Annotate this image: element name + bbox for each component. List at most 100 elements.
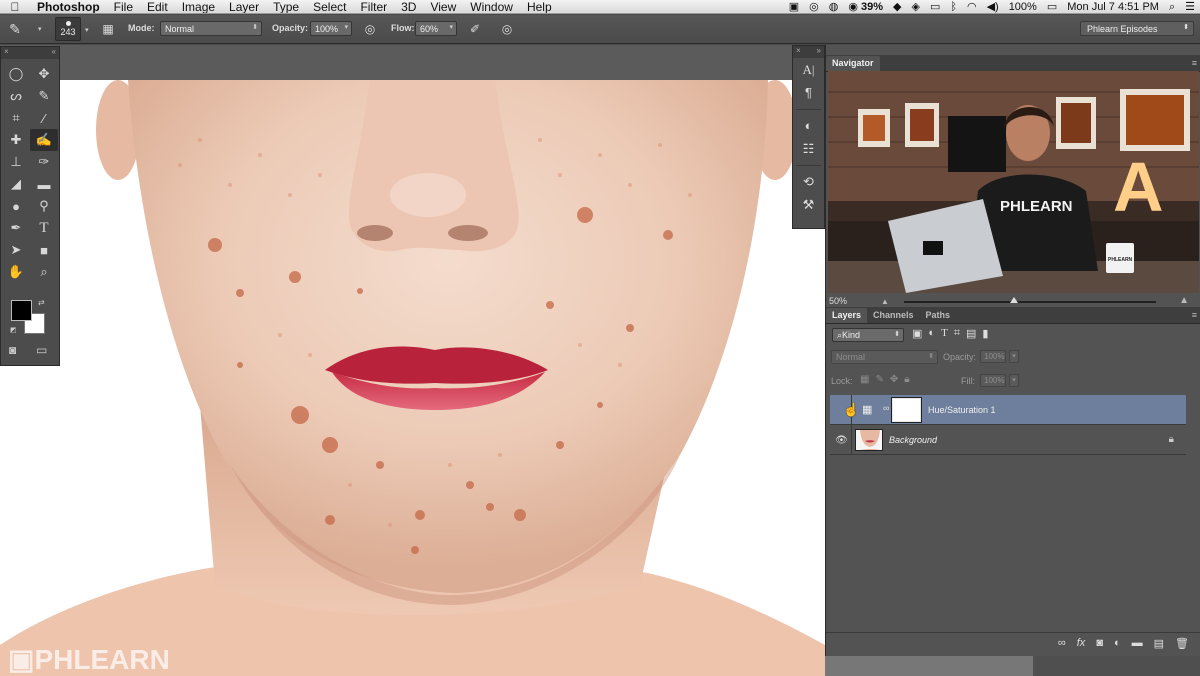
menu-window[interactable]: Window bbox=[463, 0, 520, 13]
close-icon[interactable]: × bbox=[4, 47, 9, 59]
dock-header[interactable]: ×» bbox=[793, 46, 824, 58]
dropbox-icon[interactable]: ◈ bbox=[906, 0, 924, 13]
layer-name[interactable]: Hue/Saturation 1 bbox=[928, 405, 996, 415]
background-layer-thumbnail[interactable] bbox=[855, 429, 883, 451]
quick-mask-icon[interactable]: ◙ bbox=[9, 343, 16, 357]
eye-icon[interactable]: 👁︎ bbox=[832, 425, 852, 455]
lock-image-pixels-icon[interactable]: ✎ bbox=[875, 374, 883, 385]
new-group-folder-icon[interactable]: ▬ bbox=[1132, 637, 1143, 650]
paragraph-panel-icon[interactable]: ¶ bbox=[793, 81, 824, 104]
new-adjustment-layer-icon[interactable]: ◐ bbox=[1114, 637, 1121, 650]
gradient-tool-icon[interactable]: ▬ bbox=[30, 173, 58, 195]
menu-view[interactable]: View bbox=[423, 0, 463, 13]
zoom-percentage[interactable]: 50% bbox=[829, 296, 847, 306]
pen-tool-icon[interactable]: ✒ bbox=[2, 217, 30, 239]
battery-status[interactable]: ◉ 39% bbox=[843, 0, 888, 13]
tab-paths[interactable]: Paths bbox=[920, 308, 957, 323]
notification-center-icon[interactable]: ☰ bbox=[1180, 0, 1200, 13]
elliptical-marquee-tool-icon[interactable]: ◯ bbox=[2, 63, 30, 85]
crop-tool-icon[interactable]: ⌗ bbox=[2, 107, 30, 129]
spot-healing-brush-tool-icon[interactable]: ✚ bbox=[2, 129, 30, 151]
layer-filter-kind-select[interactable]: ⌕Kind ⬍ bbox=[832, 328, 904, 342]
eraser-tool-icon[interactable]: ◢ bbox=[2, 173, 30, 195]
document-canvas[interactable]: ▣PHLEARN bbox=[0, 45, 825, 676]
flow-field[interactable]: 60% ▾ bbox=[415, 21, 457, 36]
lasso-tool-icon[interactable]: ᔕ bbox=[2, 85, 30, 107]
brush-picker-dropdown-icon[interactable]: ▾ bbox=[85, 26, 89, 34]
spotlight-icon[interactable]: ⌕ bbox=[1164, 0, 1180, 13]
new-layer-icon[interactable]: ▤ bbox=[1154, 637, 1164, 650]
menu-edit[interactable]: Edit bbox=[140, 0, 175, 13]
zoom-slider-thumb[interactable] bbox=[1010, 297, 1018, 303]
layer-opacity-dropdown-icon[interactable]: ▾ bbox=[1009, 350, 1019, 363]
pixel-filter-icon[interactable]: ▣ bbox=[912, 327, 922, 340]
properties-panel-icon[interactable]: ☷ bbox=[793, 137, 824, 160]
filter-toggle-icon[interactable]: ▮ bbox=[982, 327, 988, 340]
layer-opacity-field[interactable]: 100% bbox=[980, 350, 1006, 363]
screen-mode-icon[interactable]: ▭ bbox=[36, 343, 47, 357]
zoom-slider-track[interactable] bbox=[904, 301, 1156, 303]
panel-menu-icon[interactable]: ≡ bbox=[1192, 310, 1197, 320]
rectangle-tool-icon[interactable]: ■ bbox=[30, 239, 58, 261]
mask-link-icon[interactable]: ∞ bbox=[883, 403, 889, 413]
battery-level[interactable]: 100% bbox=[1004, 0, 1042, 13]
quick-selection-tool-icon[interactable]: ✎ bbox=[30, 85, 58, 107]
menu-image[interactable]: Image bbox=[175, 0, 222, 13]
delete-layer-trash-icon[interactable]: 🗑︎ bbox=[1175, 637, 1189, 650]
menu-help[interactable]: Help bbox=[520, 0, 559, 13]
menu-type[interactable]: Type bbox=[266, 0, 306, 13]
airbrush-icon[interactable]: ✐ bbox=[466, 20, 484, 38]
wifi-icon[interactable]: ◠ bbox=[962, 0, 982, 13]
adjustments-panel-icon[interactable]: ◐ bbox=[793, 114, 824, 137]
lock-position-icon[interactable]: ✥ bbox=[890, 374, 898, 385]
menu-layer[interactable]: Layer bbox=[222, 0, 266, 13]
collapse-icon[interactable]: « bbox=[52, 47, 56, 59]
mode-select[interactable]: Normal ⬍ bbox=[160, 21, 262, 36]
navigator-preview[interactable]: PHLEARN A PHLEARN bbox=[828, 71, 1199, 293]
default-colors-icon[interactable]: ◩ bbox=[10, 326, 17, 334]
zoom-tool-icon[interactable]: ⌕ bbox=[30, 261, 58, 283]
clone-stamp-tool-icon[interactable]: ⊥ bbox=[2, 151, 30, 173]
clock[interactable]: Mon Jul 7 4:51 PM bbox=[1062, 0, 1164, 13]
expand-icon[interactable]: » bbox=[817, 46, 821, 58]
hand-tool-icon[interactable]: ✋ bbox=[2, 261, 30, 283]
brush-panel-toggle-icon[interactable]: ▦ bbox=[99, 20, 117, 38]
add-mask-icon[interactable]: ◙ bbox=[1096, 637, 1103, 650]
history-brush-tool-icon[interactable]: ✑ bbox=[30, 151, 58, 173]
adjustment-filter-icon[interactable]: ◐ bbox=[928, 327, 935, 340]
layer-row-hue-saturation[interactable]: ▦ ∞ Hue/Saturation 1 bbox=[830, 395, 1186, 425]
airplay-icon[interactable]: ▭ bbox=[925, 0, 945, 13]
tool-preset-dropdown-icon[interactable]: ▾ bbox=[38, 25, 42, 33]
brush-tool-preset-icon[interactable]: ✎ bbox=[0, 21, 30, 38]
type-tool-icon[interactable]: T bbox=[30, 217, 58, 239]
creative-cloud-icon[interactable]: ◍ bbox=[824, 0, 844, 13]
swap-colors-icon[interactable]: ⇄ bbox=[38, 298, 45, 307]
layer-style-fx-icon[interactable]: fx bbox=[1077, 637, 1086, 650]
fill-field[interactable]: 100% bbox=[980, 374, 1006, 387]
blur-tool-icon[interactable]: ● bbox=[2, 195, 30, 217]
type-filter-icon[interactable]: T bbox=[941, 327, 948, 340]
layer-mask-thumbnail[interactable] bbox=[891, 397, 922, 423]
shape-filter-icon[interactable]: ⌗ bbox=[954, 327, 960, 340]
tools-panel-header[interactable]: × « bbox=[1, 47, 59, 59]
foreground-color-swatch[interactable] bbox=[11, 300, 32, 321]
menu-filter[interactable]: Filter bbox=[353, 0, 394, 13]
eyedropper-tool-icon[interactable]: ⁄ bbox=[30, 107, 58, 129]
path-selection-tool-icon[interactable]: ➤ bbox=[2, 239, 30, 261]
brush-tool-icon[interactable]: ✍ bbox=[30, 129, 58, 151]
character-panel-icon[interactable]: A| bbox=[793, 58, 824, 81]
panel-menu-icon[interactable]: ≡ bbox=[1192, 58, 1197, 68]
menu-file[interactable]: File bbox=[107, 0, 140, 13]
menu-select[interactable]: Select bbox=[306, 0, 353, 13]
fill-dropdown-icon[interactable]: ▾ bbox=[1009, 374, 1019, 387]
link-layers-icon[interactable]: ∞ bbox=[1058, 637, 1066, 650]
opacity-field[interactable]: 100% ▾ bbox=[310, 21, 352, 36]
dodge-tool-icon[interactable]: ⚲ bbox=[30, 195, 58, 217]
lock-transparent-pixels-icon[interactable]: ▦ bbox=[860, 374, 869, 385]
blend-mode-select[interactable]: Normal ⬍ bbox=[831, 350, 938, 364]
lock-all-icon[interactable]: 🔒︎ bbox=[904, 374, 909, 385]
tab-navigator[interactable]: Navigator bbox=[826, 56, 880, 71]
close-icon[interactable]: × bbox=[796, 46, 801, 58]
zoom-out-icon[interactable]: ▲ bbox=[881, 297, 889, 306]
workspace-switcher[interactable]: Phlearn Episodes ⬍ bbox=[1080, 21, 1194, 36]
